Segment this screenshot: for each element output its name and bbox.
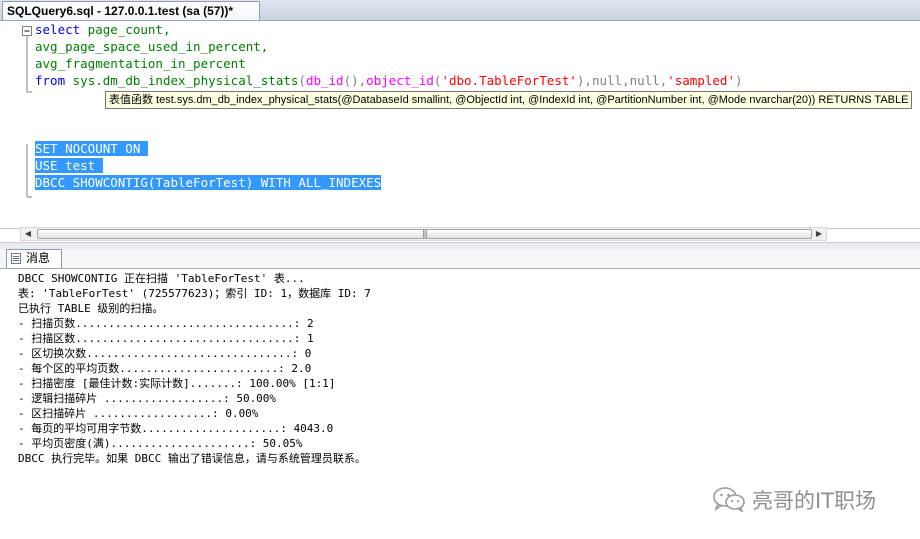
punct-1: (), (343, 73, 367, 88)
tab-messages[interactable]: 消息 (6, 249, 62, 268)
outline-collapse-marker[interactable] (21, 26, 33, 201)
code-line-7: DBCC SHOWCONTIG(TableForTest) WITH ALL_I… (35, 174, 382, 191)
string-mode: 'sampled' (667, 73, 735, 88)
code-line-3: avg_fragmentation_in_percent (35, 56, 246, 71)
message-line: - 平均页密度(满).....................: 50.05% (18, 437, 303, 450)
scroll-right-arrow-icon[interactable]: ▶ (812, 228, 826, 240)
tab-sqlquery6[interactable]: SQLQuery6.sql - 127.0.0.1.test (sa (57))… (2, 1, 260, 20)
code-line-1: select page_count, (35, 21, 170, 38)
watermark: 亮哥的IT职场 (712, 484, 912, 514)
watermark-text: 亮哥的IT职场 (752, 489, 877, 513)
selected-set-nocount: SET NOCOUNT ON (35, 141, 148, 156)
intellisense-tooltip: 表值函数 test.sys.dm_db_index_physical_stats… (105, 91, 913, 109)
message-line: - 扫描页数.................................:… (18, 317, 314, 330)
null-args: null,null, (591, 73, 668, 88)
scrollbar-grip-icon: ||| (421, 229, 428, 238)
function-db-id: db_id (305, 73, 344, 88)
tab-messages-label: 消息 (26, 251, 51, 265)
message-line: 已执行 TABLE 级别的扫描。 (18, 302, 164, 315)
paren-close: ) (734, 73, 743, 88)
message-line: - 扫描区数.................................:… (18, 332, 314, 345)
messages-icon (11, 253, 21, 264)
message-line: - 每页的平均可用字节数.....................: 4043.… (18, 422, 334, 435)
message-line: - 每个区的平均页数........................: 2.0 (18, 362, 312, 375)
message-line: - 逻辑扫描碎片 ..................: 50.00% (18, 392, 277, 405)
code-line-2: avg_page_space_used_in_percent, (35, 39, 269, 54)
message-line: - 扫描密度 [最佳计数:实际计数].......: 100.00% [1:1] (18, 377, 336, 390)
keyword-select: select (35, 22, 81, 37)
scroll-left-arrow-icon[interactable]: ◀ (21, 228, 35, 240)
code-line-4: from sys.dm_db_index_physical_stats(db_i… (35, 72, 743, 89)
message-line: DBCC 执行完毕。如果 DBCC 输出了错误信息，请与系统管理员联系。 (18, 452, 366, 465)
message-line: 表: 'TableForTest' (725577623)；索引 ID: 1，数… (18, 287, 371, 300)
query-editor[interactable]: select page_count, avg_page_space_used_i… (0, 21, 920, 229)
system-function: sys.dm_db_index_physical_stats (72, 73, 299, 88)
code-line-5: SET NOCOUNT ON (35, 140, 148, 157)
code-line-6: USE test (35, 157, 103, 174)
message-line: - 区切换次数...............................: … (18, 347, 312, 360)
selected-use-test: USE test (35, 158, 103, 173)
punct-3: ), (576, 73, 592, 88)
results-tabstrip: 消息 (0, 249, 920, 269)
selected-dbcc-showcontig: DBCC SHOWCONTIG(TableForTest) WITH ALL_I… (35, 175, 382, 190)
wechat-logo-icon (713, 487, 745, 512)
message-line: - 区扫描碎片 ..................: 0.00% (18, 407, 259, 420)
string-table-name: 'dbo.TableForTest' (441, 73, 577, 88)
scrollbar-thumb[interactable]: ||| (37, 229, 812, 239)
keyword-from: from (35, 73, 66, 88)
paren-open: ( (298, 73, 306, 88)
function-object-id: object_id (366, 73, 434, 88)
editor-horizontal-scrollbar[interactable]: ◀ ||| ▶ (20, 227, 827, 241)
message-line: DBCC SHOWCONTIG 正在扫描 'TableForTest' 表... (18, 272, 305, 285)
document-tabstrip: SQLQuery6.sql - 127.0.0.1.test (sa (57))… (0, 0, 920, 21)
column-page-count: page_count, (80, 22, 171, 37)
